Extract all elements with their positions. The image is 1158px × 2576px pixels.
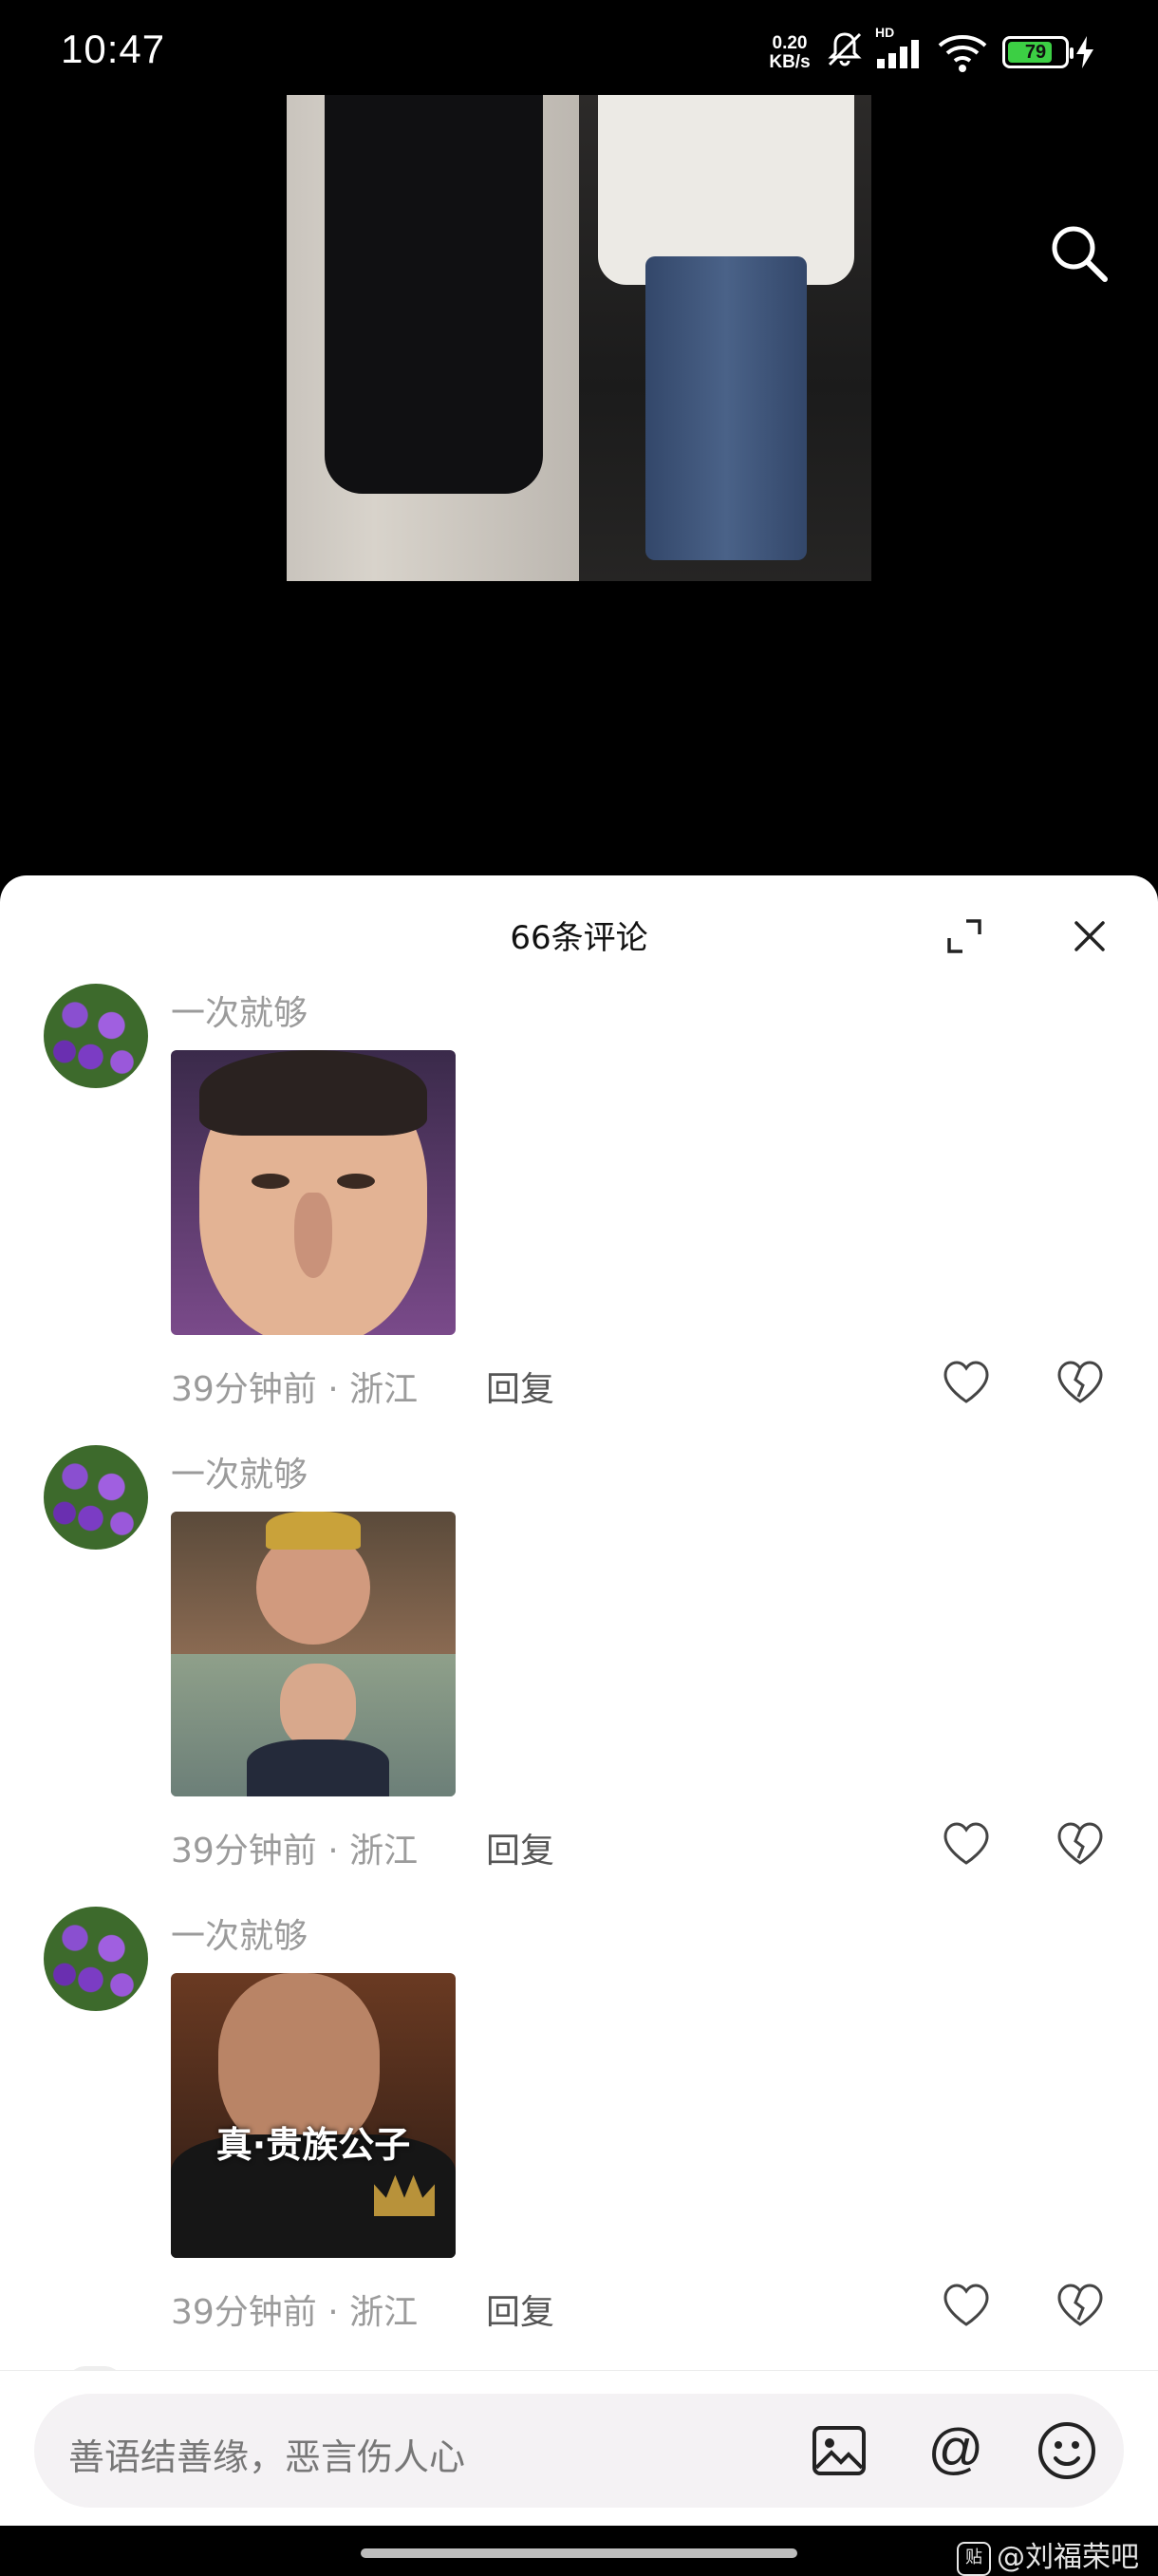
comment-item: 一次就够 39分钟前 · 浙江 回复 (0, 1445, 1158, 1907)
status-bar: 10:47 0.20 KB/s HD 79 (0, 0, 1158, 95)
comment-input-bar: 善语结善缘，恶言伤人心 @ (0, 2370, 1158, 2527)
broken-heart-icon[interactable] (1055, 2283, 1105, 2328)
comment-sticker-image[interactable] (171, 1512, 456, 1796)
post-image[interactable] (287, 95, 871, 581)
sticker-caption: 真·贵族公子 (215, 2124, 411, 2166)
broken-heart-icon[interactable] (1055, 1821, 1105, 1867)
reply-button[interactable]: 回复 (486, 2285, 554, 2334)
status-time: 10:47 (61, 27, 166, 71)
close-icon[interactable] (1073, 919, 1107, 953)
sticker-pig-hat (266, 1512, 361, 1550)
heart-icon[interactable] (942, 2283, 991, 2328)
reply-button[interactable]: 回复 (486, 1362, 554, 1411)
comment-item: 一次就够 39分钟前 · 浙江 回复 (0, 984, 1158, 1445)
network-speed-unit: KB/s (769, 52, 811, 72)
black-coat-figure (325, 95, 543, 494)
comment-location: 浙江 (349, 2293, 419, 2332)
search-icon[interactable] (1048, 222, 1109, 283)
comment-sticker-image[interactable]: 真·贵族公子 (171, 1973, 456, 2258)
mention-button[interactable]: @ (923, 2416, 989, 2483)
reply-button[interactable]: 回复 (486, 1823, 554, 1872)
sticker-man-face (280, 1664, 356, 1749)
network-speed-value: 0.20 (772, 33, 808, 53)
sticker-hair (199, 1050, 427, 1136)
comment-location: 浙江 (349, 1832, 419, 1871)
avatar[interactable] (44, 1907, 148, 2011)
broken-heart-icon[interactable] (1055, 1360, 1105, 1405)
home-indicator[interactable] (361, 2548, 797, 2558)
expand-icon[interactable] (945, 917, 983, 955)
comment-username[interactable]: 一次就够 (171, 1447, 308, 1496)
comment-location: 浙江 (349, 1370, 419, 1409)
battery-indicator: 79 (1002, 36, 1074, 68)
sticker-nose (294, 1193, 332, 1278)
comment-meta: 39分钟前 · 浙江 (171, 2285, 418, 2334)
avatar[interactable] (44, 984, 148, 1088)
comment-sheet: 66条评论 一次就够 39分钟前 · 浙江 回复 一次就够 39分钟前 · 浙江… (0, 875, 1158, 2575)
comment-time: 39分钟前 (171, 1832, 317, 1871)
comment-input[interactable]: 善语结善缘，恶言伤人心 @ (34, 2394, 1124, 2508)
comment-sticker-image[interactable] (171, 1050, 456, 1335)
comment-count-title: 66条评论 (510, 919, 648, 957)
signal-bars-icon (877, 40, 919, 68)
comment-time: 39分钟前 (171, 1370, 317, 1409)
heart-icon[interactable] (942, 1360, 991, 1405)
watermark: 贴 @刘福荣吧 (957, 2533, 1139, 2576)
post-media-area[interactable] (0, 95, 1158, 883)
post-image-left-panel (287, 95, 579, 581)
comment-input-placeholder[interactable]: 善语结善缘，恶言伤人心 (68, 2428, 465, 2480)
watermark-text: @刘福荣吧 (997, 2541, 1139, 2574)
bell-muted-icon (828, 32, 862, 66)
emoji-icon[interactable] (1037, 2420, 1097, 2481)
jeans-figure (645, 256, 807, 560)
image-icon[interactable] (811, 2422, 868, 2479)
post-image-right-panel (579, 95, 871, 581)
wifi-icon (938, 35, 987, 72)
comment-item: 一次就够 真·贵族公子 39分钟前 · 浙江 回复 (0, 1907, 1158, 2368)
system-nav-bar: 贴 @刘福荣吧 (0, 2526, 1158, 2576)
avatar[interactable] (44, 1445, 148, 1550)
watermark-badge: 贴 (957, 2541, 991, 2576)
comment-username[interactable]: 一次就够 (171, 1908, 308, 1958)
meta-separator: · (327, 1370, 350, 1409)
sticker-man-suit (247, 1739, 389, 1796)
charging-bolt-icon (1076, 36, 1093, 68)
meta-separator: · (327, 2293, 350, 2332)
battery-nub (1070, 47, 1074, 59)
meta-separator: · (327, 1832, 350, 1871)
comment-time: 39分钟前 (171, 2293, 317, 2332)
battery-level: 79 (1024, 42, 1047, 63)
network-speed: 0.20 KB/s (761, 34, 818, 72)
heart-icon[interactable] (942, 1821, 991, 1867)
sticker-eye-left (252, 1174, 290, 1189)
comment-username[interactable]: 一次就够 (171, 986, 308, 1035)
sticker-eye-right (337, 1174, 375, 1189)
cellular-signal: HD (875, 25, 926, 72)
comment-meta: 39分钟前 · 浙江 (171, 1823, 418, 1872)
comment-meta: 39分钟前 · 浙江 (171, 1362, 418, 1411)
